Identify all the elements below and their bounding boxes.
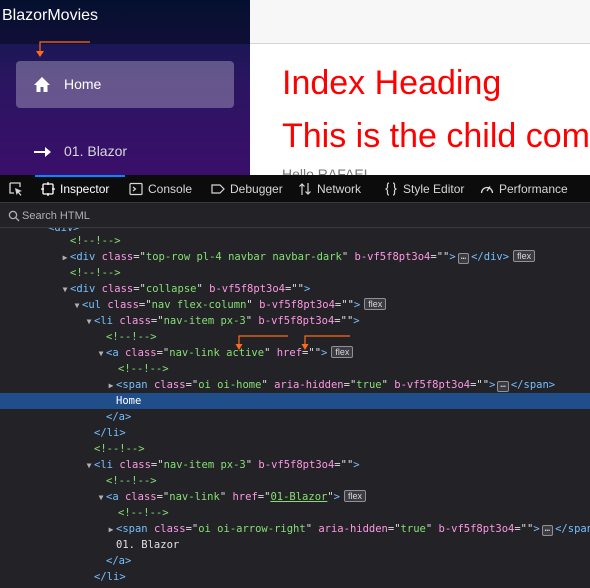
sidebar: BlazorMovies Home 01. Blazor [0,0,250,175]
markup-row[interactable]: <!--!--> [0,265,590,281]
tab-debugger[interactable]: Debugger [211,175,289,203]
performance-icon [480,186,494,194]
markup-row[interactable]: </a> [0,409,590,425]
markup-row[interactable]: ▼ <ul class="nav flex-column" b-vf5f8pt3o… [0,297,590,313]
search-html-input[interactable] [22,207,322,225]
href-link[interactable]: 01-Blazor [270,491,327,503]
collapse-triangle-icon[interactable]: ▼ [96,346,106,362]
ellipsis-badge[interactable]: … [541,525,554,536]
markup-row-selected[interactable]: Home [0,393,590,409]
markup-row[interactable]: ▼ <a class="nav-link active" href=""> flex [0,345,590,361]
console-icon [129,182,143,196]
nav-item-label: Home [64,76,102,92]
markup-row[interactable]: <!--!--> [0,505,590,521]
markup-row[interactable]: ▼ <li class="nav-item px-3" b-vf5f8pt3o4=… [0,457,590,473]
hello-text: Hello RAFAEL [282,166,372,175]
tab-network[interactable]: Network [298,175,370,203]
collapse-triangle-icon[interactable]: ▼ [72,298,82,314]
brand-title[interactable]: BlazorMovies [2,7,98,25]
markup-row[interactable]: <!--!--> [0,233,590,249]
markup-row[interactable]: </li> [0,569,590,585]
devtools-panel: Inspector Console Debugger Network Style… [0,175,590,588]
collapse-triangle-icon[interactable]: ▼ [96,490,106,506]
flex-badge[interactable]: flex [364,298,387,310]
expand-triangle-icon[interactable]: ▶ [106,522,116,538]
tab-performance[interactable]: Performance [480,175,580,203]
markup-row[interactable]: ▶ <span class="oi oi-arrow-right" aria-hi… [0,521,590,537]
markup-row[interactable]: ▼ <a class="nav-link" href="01-Blazor"> fl… [0,489,590,505]
collapse-triangle-icon[interactable]: ▼ [60,282,70,298]
expand-triangle-icon[interactable]: ▶ [106,378,116,394]
markup-row[interactable]: </a> [0,553,590,569]
search-bar [0,204,590,228]
markup-row[interactable]: <!--!--> [0,473,590,489]
annotation-arrow [301,335,350,350]
home-icon [34,77,50,92]
markup-row[interactable]: <!--!--> [0,361,590,377]
tab-label: Network [317,182,362,196]
markup-tree: <div> <!--!--> ▶ <div class="top-row pl-4… [0,228,590,588]
network-icon [299,183,311,195]
markup-row[interactable]: ▼ <div class="collapse" b-vf5f8pt3o4=""> [0,281,590,297]
arrow-right-icon [34,147,51,157]
flex-badge[interactable]: flex [344,490,367,502]
collapse-triangle-icon[interactable]: ▼ [84,458,94,474]
main-content: Index Heading This is the child componen… [250,0,590,175]
tab-label: Console [148,182,193,196]
markup-row[interactable]: <!--!--> [0,441,590,457]
inspector-icon [41,182,55,196]
search-icon [8,210,20,222]
markup-row[interactable]: ▶ <span class="oi oi-home" aria-hidden="t… [0,377,590,393]
ellipsis-badge[interactable]: … [457,253,470,264]
element-picker-icon[interactable] [9,182,23,196]
expand-triangle-icon[interactable]: ▶ [60,250,70,266]
app-preview: BlazorMovies Home 01. Blazor Index Headi… [0,0,590,175]
annotation-arrow [235,335,288,350]
ellipsis-badge[interactable]: … [497,381,509,392]
tab-style-editor[interactable]: Style Editor [384,175,468,203]
index-heading: Index Heading [282,64,502,102]
debugger-icon [211,184,225,194]
flex-badge[interactable]: flex [513,250,536,262]
tab-console[interactable]: Console [129,175,199,203]
markup-row[interactable]: </li> [0,425,590,441]
tab-label: Performance [499,182,568,196]
nav-item-home[interactable]: Home [16,61,234,108]
child-heading: This is the child component [282,117,590,155]
markup-row[interactable]: <!--!--> [0,329,590,345]
tab-label: Inspector [60,182,110,196]
style-editor-icon [385,182,397,196]
tab-label: Style Editor [403,182,465,196]
collapse-triangle-icon[interactable]: ▼ [84,314,94,330]
tab-label: Debugger [230,182,283,196]
tab-inspector[interactable]: Inspector [35,175,125,203]
annotation-arrow [36,41,90,57]
devtools-toolbar: Inspector Console Debugger Network Style… [0,175,590,203]
nav-item-label: 01. Blazor [64,143,128,159]
top-row [250,0,590,44]
markup-row[interactable]: 01. Blazor [0,537,590,553]
markup-row[interactable]: ▼ <li class="nav-item px-3" b-vf5f8pt3o4=… [0,313,590,329]
nav-item-blazor[interactable]: 01. Blazor [16,128,234,175]
markup-row[interactable]: ▶ <div class="top-row pl-4 navbar navbar-… [0,249,590,265]
